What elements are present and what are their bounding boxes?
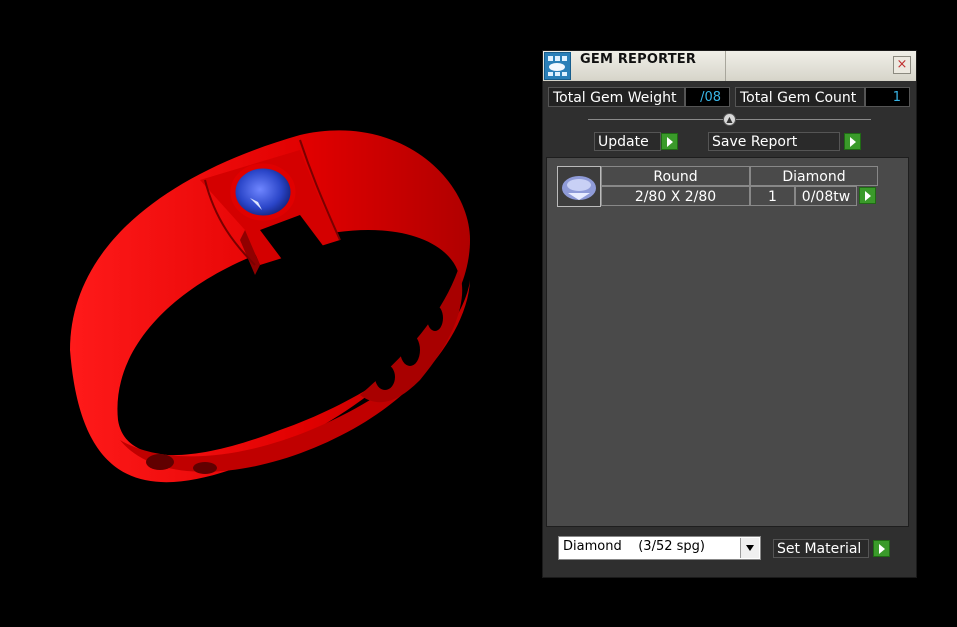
gem-row-go-icon[interactable] xyxy=(859,187,876,204)
set-material-go-icon[interactable] xyxy=(873,540,890,557)
set-material-button[interactable]: Set Material xyxy=(773,539,869,558)
titlebar-divider xyxy=(725,51,726,81)
material-select-value: Diamond (3/52 spg) xyxy=(563,539,705,554)
gem-reporter-panel: GEM REPORTER × Total Gem Weight /08 Tota… xyxy=(542,50,917,578)
material-select[interactable]: Diamond (3/52 spg) xyxy=(558,536,761,560)
chevron-down-icon[interactable] xyxy=(740,538,759,558)
close-icon[interactable]: × xyxy=(893,56,911,74)
save-report-go-icon[interactable] xyxy=(844,133,861,150)
gem-shape-cell: Round xyxy=(601,166,750,186)
ring-render-viewport[interactable] xyxy=(0,0,540,627)
round-diamond-thumbnail-icon[interactable] xyxy=(557,166,601,207)
save-report-button[interactable]: Save Report xyxy=(708,132,840,151)
ring-model xyxy=(70,130,470,483)
collapse-handle-icon[interactable]: ▲ xyxy=(723,113,736,126)
gem-count-cell: 1 xyxy=(750,186,795,206)
total-gem-count-value: 1 xyxy=(865,87,910,107)
update-go-icon[interactable] xyxy=(661,133,678,150)
total-gem-weight-value: /08 xyxy=(685,87,730,107)
gem-report-list[interactable]: Round Diamond 2/80 X 2/80 1 0/08tw xyxy=(546,157,909,527)
panel-titlebar[interactable]: GEM REPORTER × xyxy=(543,51,916,81)
panel-title: GEM REPORTER xyxy=(580,52,697,67)
gem-size-cell: 2/80 X 2/80 xyxy=(601,186,750,206)
gem-reporter-app-icon xyxy=(544,52,571,80)
gem-weight-cell: 0/08tw xyxy=(795,186,857,206)
total-gem-count-label: Total Gem Count xyxy=(735,87,865,107)
gem-stone xyxy=(230,163,296,221)
update-button[interactable]: Update xyxy=(594,132,661,151)
gem-material-cell: Diamond xyxy=(750,166,878,186)
total-gem-weight-label: Total Gem Weight xyxy=(548,87,685,107)
